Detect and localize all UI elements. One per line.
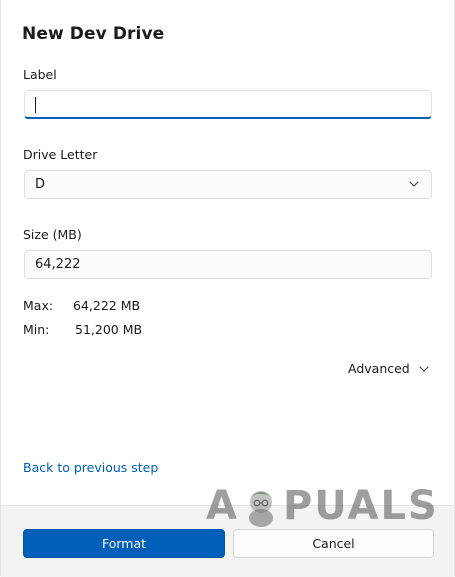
min-label: Min: bbox=[23, 322, 50, 337]
advanced-expander[interactable]: Advanced bbox=[348, 361, 429, 376]
drive-letter-selected: D bbox=[35, 177, 46, 192]
dialog-title: New Dev Drive bbox=[22, 24, 165, 44]
drive-letter-label: Drive Letter bbox=[23, 147, 98, 162]
drive-letter-select[interactable]: D bbox=[24, 170, 432, 199]
chevron-down-icon bbox=[409, 181, 419, 187]
cancel-button[interactable]: Cancel bbox=[233, 529, 434, 558]
size-input-value: 64,222 bbox=[35, 257, 81, 272]
format-button[interactable]: Format bbox=[23, 529, 225, 558]
size-label: Size (MB) bbox=[23, 227, 82, 242]
label-field-label: Label bbox=[23, 67, 57, 82]
max-row: Max: 64,222 MB bbox=[23, 298, 140, 313]
min-row: Min: 51,200 MB bbox=[23, 322, 142, 337]
chevron-down-icon bbox=[419, 365, 429, 372]
new-dev-drive-dialog: New Dev Drive Label Drive Letter D Size … bbox=[0, 0, 455, 577]
text-caret bbox=[35, 97, 36, 113]
max-label: Max: bbox=[23, 298, 54, 313]
min-value: 51,200 MB bbox=[75, 322, 143, 337]
size-input[interactable]: 64,222 bbox=[24, 250, 432, 279]
back-to-previous-step-link[interactable]: Back to previous step bbox=[23, 460, 158, 475]
advanced-label: Advanced bbox=[348, 361, 410, 376]
label-input[interactable] bbox=[24, 90, 432, 119]
dialog-footer: Format Cancel bbox=[1, 505, 454, 577]
max-value: 64,222 MB bbox=[73, 298, 141, 313]
